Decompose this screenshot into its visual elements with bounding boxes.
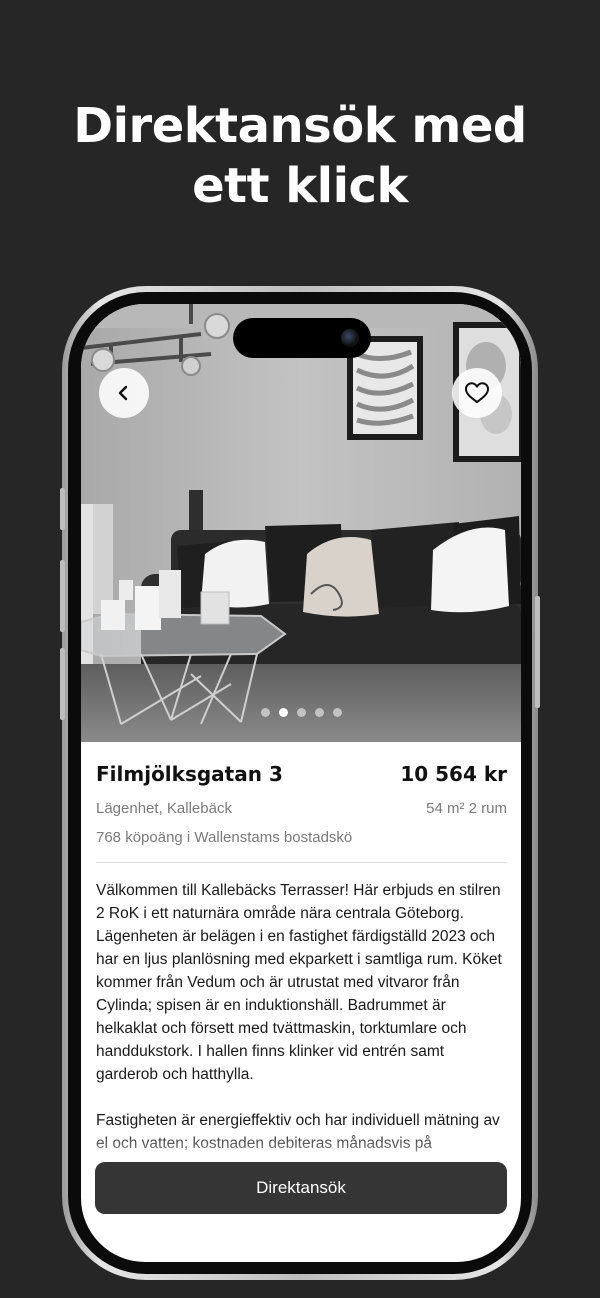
- camera-icon: [341, 329, 359, 347]
- favorite-button[interactable]: [452, 368, 502, 418]
- phone-side-button: [60, 488, 65, 530]
- listing-type-area: Lägenhet, Kallebäck: [96, 800, 232, 817]
- pagination-dot[interactable]: [332, 708, 342, 717]
- dynamic-island: [233, 318, 371, 358]
- pagination-dot[interactable]: [314, 708, 324, 717]
- chevron-left-icon: [118, 385, 128, 401]
- description-paragraph: Välkommen till Kallebäcks Terrasser! Här…: [96, 882, 502, 1083]
- living-room-image: [81, 304, 521, 742]
- listing-price: 10 564 kr: [400, 762, 507, 786]
- phone-side-button: [535, 596, 540, 708]
- photo-pagination[interactable]: [81, 708, 521, 717]
- divider: [96, 862, 507, 863]
- queue-points: 768 köpoäng i Wallenstams bostadskö: [96, 829, 353, 846]
- headline: Direktansök med ett klick: [0, 96, 600, 216]
- heart-icon: [465, 382, 489, 403]
- pagination-dot[interactable]: [296, 708, 306, 717]
- phone-side-button: [60, 560, 65, 632]
- listing-size-rooms: 54 m² 2 rum: [426, 800, 507, 817]
- back-button[interactable]: [99, 368, 149, 418]
- apply-button[interactable]: Direktansök: [95, 1162, 507, 1214]
- listing-description[interactable]: Välkommen till Kallebäcks Terrasser! Här…: [96, 879, 507, 1159]
- phone-screen: Filmjölksgatan 3 10 564 kr Lägenhet, Kal…: [81, 304, 521, 1262]
- pagination-dot-active[interactable]: [278, 708, 288, 717]
- listing-address: Filmjölksgatan 3: [96, 762, 283, 786]
- phone-side-button: [60, 648, 65, 720]
- listing-photo[interactable]: [81, 304, 521, 742]
- headline-line-1: Direktansök med: [73, 98, 527, 154]
- listing-details: Filmjölksgatan 3 10 564 kr Lägenhet, Kal…: [96, 742, 507, 1159]
- headline-line-2: ett klick: [192, 158, 408, 214]
- pagination-dot[interactable]: [260, 708, 270, 717]
